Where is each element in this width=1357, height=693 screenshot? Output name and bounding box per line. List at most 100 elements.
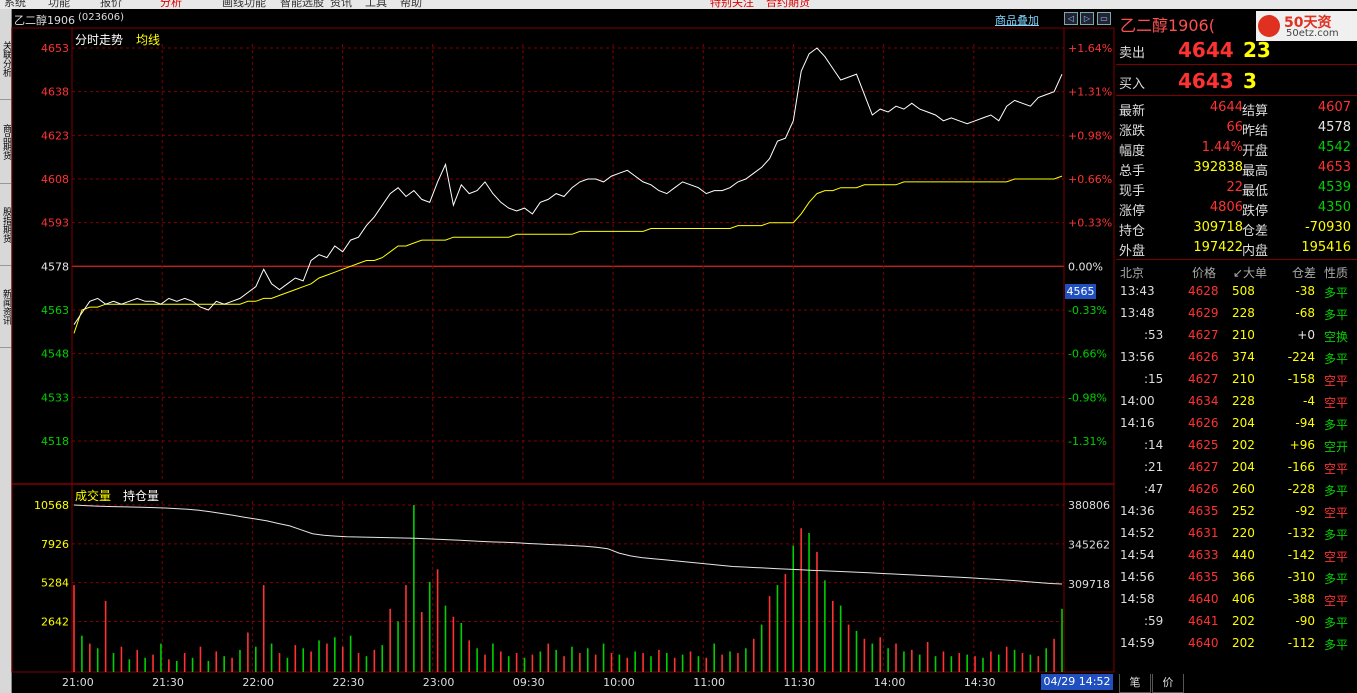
price-tick-label: 4518 bbox=[41, 435, 69, 448]
time-tick-label: 21:30 bbox=[152, 676, 184, 689]
quote-row: 外盘 197422 内盘 195416 bbox=[1116, 238, 1357, 259]
trade-time: :53 bbox=[1144, 328, 1164, 342]
quote-value: 4539 bbox=[1317, 180, 1351, 195]
tab-ticks[interactable]: 笔 bbox=[1119, 674, 1151, 693]
price-tick-label: 4593 bbox=[41, 217, 69, 230]
next-icon[interactable]: ▷ bbox=[1080, 12, 1094, 25]
trade-time: 13:43 bbox=[1120, 284, 1155, 298]
trade-time: 14:54 bbox=[1120, 548, 1155, 562]
quote-label: 开盘 bbox=[1242, 144, 1269, 159]
open-interest-line bbox=[73, 504, 1063, 585]
date-marker: 04/29 14:52 bbox=[1041, 674, 1113, 690]
tab-average[interactable]: 均线 bbox=[136, 31, 160, 48]
trade-type: 多平 bbox=[1324, 638, 1349, 652]
tab-time-chart[interactable]: 分时走势 bbox=[75, 31, 123, 48]
price-tick-label: 4608 bbox=[41, 173, 69, 186]
contract-name: 乙二醇1906 bbox=[14, 14, 75, 27]
trade-row: 14:36 4635 252 -92 空平 bbox=[1116, 501, 1357, 523]
quote-label: 总手 bbox=[1119, 164, 1146, 179]
time-tick-label: 11:30 bbox=[783, 676, 815, 689]
volume-tick-label: 10568 bbox=[34, 499, 69, 512]
trade-time: :59 bbox=[1144, 614, 1164, 628]
trade-volume: 406 bbox=[1232, 592, 1255, 606]
quote-label: 最高 bbox=[1242, 164, 1269, 179]
trade-time: 13:56 bbox=[1120, 350, 1155, 364]
time-tick-label: 22:00 bbox=[242, 676, 274, 689]
oi-tick-label: 380806 bbox=[1068, 499, 1110, 512]
trade-oi-diff: -112 bbox=[1287, 636, 1315, 650]
quote-row: 持仓 309718 仓差 -70930 bbox=[1116, 218, 1357, 239]
maximize-icon[interactable]: ▭ bbox=[1097, 12, 1111, 25]
quote-row: 涨停 4806 跌停 4350 bbox=[1116, 198, 1357, 219]
quote-label: 涨跌 bbox=[1119, 124, 1146, 139]
trade-volume: 228 bbox=[1232, 394, 1255, 408]
chart-area[interactable]: 4653 +1.64% 4638 +1.31% 4623 +0.98% 4608 +0.66%… bbox=[0, 0, 1116, 693]
quote-label: 昨结 bbox=[1242, 124, 1269, 139]
quote-value: 4542 bbox=[1317, 140, 1351, 155]
tab-volume[interactable]: 成交量 bbox=[75, 487, 111, 504]
trade-type: 空平 bbox=[1324, 506, 1349, 520]
prev-icon[interactable]: ◁ bbox=[1064, 12, 1078, 25]
quote-value: 392838 bbox=[1193, 160, 1243, 175]
tab-open-interest[interactable]: 持仓量 bbox=[123, 487, 159, 504]
trade-time: :14 bbox=[1144, 438, 1164, 452]
trade-type: 空平 bbox=[1324, 594, 1349, 608]
time-tick-label: 14:30 bbox=[964, 676, 996, 689]
trade-oi-diff: +0 bbox=[1297, 328, 1315, 342]
trade-type: 空平 bbox=[1324, 462, 1349, 476]
trade-volume: 202 bbox=[1232, 438, 1255, 452]
overlay-button[interactable]: 商品叠加 bbox=[995, 12, 1039, 28]
quote-label: 最新 bbox=[1119, 104, 1146, 119]
price-tick-label: 4563 bbox=[41, 304, 69, 317]
quote-value: 22 bbox=[1226, 180, 1243, 195]
trade-row: 13:43 4628 508 -38 多平 bbox=[1116, 281, 1357, 303]
time-tick-label: 22:30 bbox=[333, 676, 365, 689]
price-marker: 4565 bbox=[1065, 284, 1096, 299]
trade-row: 14:16 4626 204 -94 多平 bbox=[1116, 413, 1357, 435]
pct-tick-label: 0.00% bbox=[1068, 260, 1103, 273]
quote-row: 现手 22 最低 4539 bbox=[1116, 178, 1357, 199]
trade-time: 14:56 bbox=[1120, 570, 1155, 584]
logo-sub: 50etz.com bbox=[1286, 28, 1339, 39]
price-tick-label: 4548 bbox=[41, 348, 69, 361]
bottom-tabs: 笔 价 bbox=[1116, 672, 1357, 693]
trade-time: 13:48 bbox=[1120, 306, 1155, 320]
trade-oi-diff: -132 bbox=[1287, 526, 1315, 540]
trade-volume: 260 bbox=[1232, 482, 1255, 496]
trade-row: :53 4627 210 +0 空换 bbox=[1116, 325, 1357, 347]
trade-type: 多平 bbox=[1324, 308, 1349, 322]
trade-volume: 252 bbox=[1232, 504, 1255, 518]
time-tick-label: 14:00 bbox=[874, 676, 906, 689]
price-tick-label: 4578 bbox=[41, 260, 69, 273]
trade-type: 空换 bbox=[1324, 330, 1349, 344]
trade-type: 多平 bbox=[1324, 528, 1349, 542]
quote-value: 4806 bbox=[1209, 200, 1243, 215]
time-tick-label: 10:00 bbox=[603, 676, 635, 689]
trade-price: 4629 bbox=[1188, 306, 1219, 320]
trade-time: 14:16 bbox=[1120, 416, 1155, 430]
pct-tick-label: -0.98% bbox=[1068, 391, 1107, 404]
pct-tick-label: -1.31% bbox=[1068, 435, 1107, 448]
quote-row: 涨跌 66 昨结 4578 bbox=[1116, 118, 1357, 139]
trade-time: :47 bbox=[1144, 482, 1164, 496]
trade-volume: 202 bbox=[1232, 614, 1255, 628]
trade-time: 14:58 bbox=[1120, 592, 1155, 606]
trade-price: 4641 bbox=[1188, 614, 1219, 628]
trade-price: 4635 bbox=[1188, 504, 1219, 518]
trade-volume: 374 bbox=[1232, 350, 1255, 364]
trade-row: 14:00 4634 228 -4 空平 bbox=[1116, 391, 1357, 413]
trade-oi-diff: -228 bbox=[1287, 482, 1315, 496]
th-time: 北京 bbox=[1120, 266, 1145, 280]
quote-value: 4607 bbox=[1317, 100, 1351, 115]
tab-price[interactable]: 价 bbox=[1152, 674, 1184, 693]
trade-price: 4640 bbox=[1188, 636, 1219, 650]
trade-row: :59 4641 202 -90 多平 bbox=[1116, 611, 1357, 633]
trade-type: 多平 bbox=[1324, 286, 1349, 300]
sell-row: 卖出 4644 23 bbox=[1116, 38, 1357, 62]
trade-time: :21 bbox=[1144, 460, 1164, 474]
trade-oi-diff: -388 bbox=[1287, 592, 1315, 606]
trade-oi-diff: -92 bbox=[1295, 504, 1315, 518]
pct-tick-label: -0.66% bbox=[1068, 348, 1107, 361]
volume-tick-label: 7926 bbox=[41, 538, 69, 551]
price-line bbox=[73, 47, 1063, 325]
